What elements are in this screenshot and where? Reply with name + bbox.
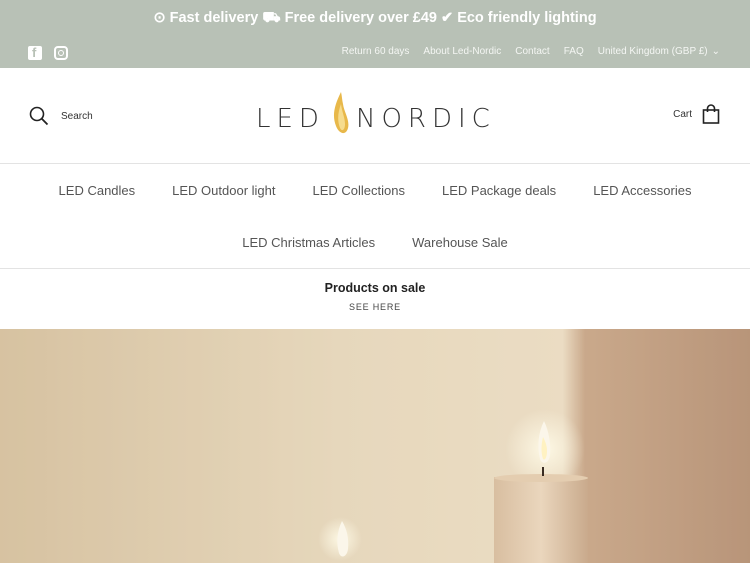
promo-text: ⊙ Fast delivery ⛟ Free delivery over £49… (0, 10, 750, 28)
chevron-down-icon: ⌄ (711, 46, 720, 57)
hero-candles-photo (0, 329, 750, 563)
truck-icon: ⛟ (262, 10, 281, 26)
faq-link[interactable]: FAQ (564, 46, 584, 57)
logo-text-nordic: NORDIC (356, 104, 496, 134)
logo-text-led: LED (256, 104, 325, 134)
cart-label: Cart (673, 108, 692, 120)
nav-item-led-collections[interactable]: LED Collections (313, 183, 406, 198)
search-button[interactable]: Search (29, 106, 93, 126)
sale-banner-title: Products on sale (324, 281, 426, 295)
facebook-icon[interactable] (28, 45, 42, 60)
country-label: United Kingdom (GBP £) (597, 46, 708, 57)
nav-item-led-christmas-articles[interactable]: LED Christmas Articles (242, 235, 375, 250)
hero-image (0, 329, 750, 563)
search-label: Search (61, 110, 93, 122)
nav-row-2: LED Christmas Articles Warehouse Sale (0, 235, 750, 250)
check-circle-icon: ✔ (441, 10, 454, 26)
nav-item-led-accessories[interactable]: LED Accessories (593, 183, 691, 198)
about-link[interactable]: About Led-Nordic (423, 46, 501, 57)
nav-item-warehouse-sale[interactable]: Warehouse Sale (412, 235, 508, 250)
return-link[interactable]: Return 60 days (342, 46, 410, 57)
site-header: Search LED NORDIC Cart (0, 68, 750, 164)
cart-button[interactable]: Cart (673, 104, 720, 124)
shopping-bag-icon (702, 104, 720, 124)
sale-banner[interactable]: Products on sale SEE HERE (0, 270, 750, 329)
nav-row-1: LED Candles LED Outdoor light LED Collec… (0, 183, 750, 198)
promo-free-delivery: Free delivery over £49 (284, 10, 437, 26)
instagram-icon[interactable] (54, 46, 68, 60)
promo-eco: Eco friendly lighting (457, 10, 597, 26)
nav-item-led-outdoor-light[interactable]: LED Outdoor light (172, 183, 275, 198)
flame-icon (333, 92, 349, 134)
main-navigation: LED Candles LED Outdoor light LED Collec… (0, 164, 750, 269)
site-logo[interactable]: LED NORDIC (256, 86, 496, 146)
nav-item-led-package-deals[interactable]: LED Package deals (442, 183, 556, 198)
announcement-bar: ⊙ Fast delivery ⛟ Free delivery over £49… (0, 0, 750, 68)
promo-fast-delivery: Fast delivery (169, 10, 259, 26)
search-icon (29, 106, 49, 126)
contact-link[interactable]: Contact (515, 46, 549, 57)
social-links (28, 45, 68, 60)
clock-icon: ⊙ (153, 10, 166, 26)
country-selector[interactable]: United Kingdom (GBP £) ⌄ (598, 46, 720, 57)
utility-links: Return 60 days About Led-Nordic Contact … (342, 46, 720, 57)
sale-banner-link[interactable]: SEE HERE (0, 302, 750, 312)
nav-item-led-candles[interactable]: LED Candles (59, 183, 136, 198)
